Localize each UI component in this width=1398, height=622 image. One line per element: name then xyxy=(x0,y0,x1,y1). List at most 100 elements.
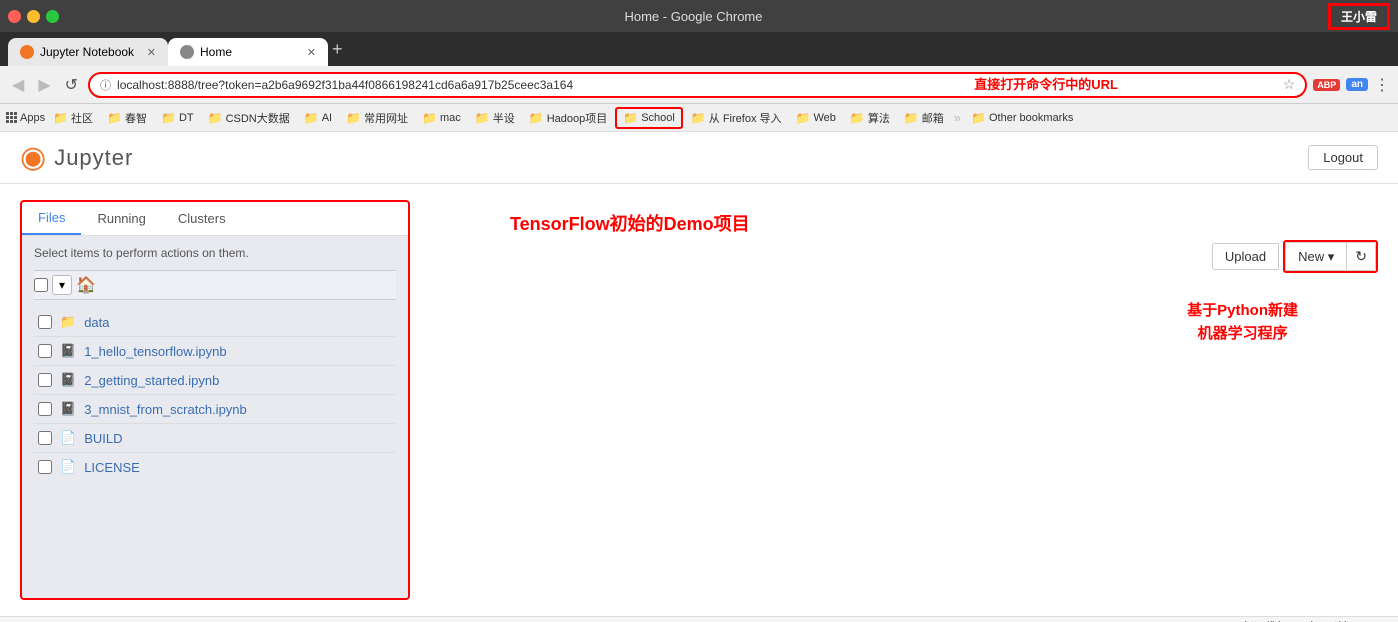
python-annotation: 基于Python新建机器学习程序 xyxy=(1187,300,1298,345)
maximize-button[interactable] xyxy=(46,10,59,23)
bm-shequn[interactable]: 📁社区 xyxy=(47,108,99,128)
main-content: Files Running Clusters Select items to p… xyxy=(0,184,1398,616)
reload-button[interactable]: ↺ xyxy=(61,73,82,97)
jupyter-header: ◉ Jupyter Logout xyxy=(0,132,1398,184)
file-name[interactable]: data xyxy=(84,315,109,330)
bm-ai[interactable]: 📁AI xyxy=(298,109,338,127)
folder-icon: 📁 xyxy=(904,111,919,125)
bm-suanfa[interactable]: 📁算法 xyxy=(844,108,896,128)
tab-running[interactable]: Running xyxy=(81,202,161,235)
file-row-hello: 📓 1_hello_tensorflow.ipynb xyxy=(34,337,396,366)
tab-clusters[interactable]: Clusters xyxy=(162,202,242,235)
tab-files[interactable]: Files xyxy=(22,202,81,235)
chrome-menu-icon[interactable]: ⋮ xyxy=(1374,75,1390,95)
apps-label: Apps xyxy=(20,112,45,124)
bm-firefox[interactable]: 📁从 Firefox 导入 xyxy=(685,108,788,128)
apps-button[interactable]: Apps xyxy=(6,112,45,124)
file-panel: Files Running Clusters Select items to p… xyxy=(20,200,410,600)
file-checkbox[interactable] xyxy=(38,315,52,329)
window-title: Home - Google Chrome xyxy=(67,9,1320,24)
tab-jupyter-close[interactable]: ✕ xyxy=(147,46,156,59)
new-tab-button[interactable]: + xyxy=(332,39,343,60)
folder-icon: 📁 xyxy=(971,111,986,125)
file-name[interactable]: 2_getting_started.ipynb xyxy=(84,373,219,388)
forward-button[interactable]: ▶ xyxy=(34,73,54,97)
url-box[interactable]: ⓘ localhost:8888/tree?token=a2b6a9692f31… xyxy=(88,72,1307,98)
bm-school[interactable]: 📁School xyxy=(615,107,683,129)
file-name[interactable]: BUILD xyxy=(84,431,122,446)
folder-icon: 📁 xyxy=(623,111,638,125)
file-name[interactable]: LICENSE xyxy=(84,460,140,475)
bm-youxiang[interactable]: 📁邮箱 xyxy=(898,108,950,128)
refresh-button[interactable]: ↻ xyxy=(1346,242,1376,271)
bm-hadoop[interactable]: 📁Hadoop项目 xyxy=(523,108,614,128)
python-annotation-text: 基于Python新建机器学习程序 xyxy=(1187,302,1298,342)
file-checkbox[interactable] xyxy=(38,373,52,387)
folder-icon: 📁 xyxy=(107,111,122,125)
file-row-build: 📄 BUILD xyxy=(34,424,396,453)
new-button[interactable]: New ▾ xyxy=(1285,242,1346,271)
file-checkbox[interactable] xyxy=(38,431,52,445)
notebook-icon: 📓 xyxy=(60,343,76,359)
file-row-data: 📁 data xyxy=(34,308,396,337)
tab-home-label: Home xyxy=(200,45,232,59)
folder-icon: 📁 xyxy=(796,111,811,125)
bookmark-star-icon[interactable]: ☆ xyxy=(1283,76,1296,93)
folder-icon: 📁 xyxy=(208,111,223,125)
folder-icon: 📁 xyxy=(850,111,865,125)
jupyter-logo-icon: ◉ xyxy=(20,140,46,175)
sort-dropdown[interactable]: ▾ xyxy=(52,275,72,295)
folder-icon: 📁 xyxy=(475,111,490,125)
bm-csdn[interactable]: 📁CSDN大数据 xyxy=(202,108,296,128)
file-row-getting-started: 📓 2_getting_started.ipynb xyxy=(34,366,396,395)
minimize-button[interactable] xyxy=(27,10,40,23)
demo-annotation: TensorFlow初始的Demo项目 xyxy=(510,210,750,236)
bm-banshe[interactable]: 📁半设 xyxy=(469,108,521,128)
right-area: TensorFlow初始的Demo项目 Upload New ▾ ↻ 基于Pyt… xyxy=(430,200,1378,600)
bm-other[interactable]: 📁Other bookmarks xyxy=(965,109,1079,127)
file-row-license: 📄 LICENSE xyxy=(34,453,396,481)
home-navigate-button[interactable]: 🏠 xyxy=(76,275,96,295)
tab-jupyter-label: Jupyter Notebook xyxy=(40,45,134,59)
file-checkbox[interactable] xyxy=(38,344,52,358)
file-panel-body: Select items to perform actions on them.… xyxy=(22,236,408,491)
toolbar-row: ▾ 🏠 xyxy=(34,270,396,300)
tab-home[interactable]: Home ✕ xyxy=(168,38,328,66)
page-wrapper: ◉ Jupyter Logout Files Running Clusters … xyxy=(0,132,1398,622)
adblock-badge: ABP xyxy=(1313,79,1340,91)
bm-chunzhi[interactable]: 📁春智 xyxy=(101,108,153,128)
upload-button[interactable]: Upload xyxy=(1212,243,1279,270)
tabs-bar: Jupyter Notebook ✕ Home ✕ + xyxy=(0,32,1398,66)
folder-icon: 📁 xyxy=(422,111,437,125)
window-controls xyxy=(8,10,59,23)
back-button[interactable]: ◀ xyxy=(8,73,28,97)
tab-jupyter[interactable]: Jupyter Notebook ✕ xyxy=(8,38,168,66)
bm-changyong[interactable]: 📁常用网址 xyxy=(340,108,414,128)
notebook-icon: 📓 xyxy=(60,372,76,388)
select-hint: Select items to perform actions on them. xyxy=(34,246,396,260)
file-name[interactable]: 1_hello_tensorflow.ipynb xyxy=(84,344,226,359)
bm-mac[interactable]: 📁mac xyxy=(416,109,467,127)
file-tabs: Files Running Clusters xyxy=(22,202,408,236)
url-text: localhost:8888/tree?token=a2b6a9692f31ba… xyxy=(117,78,1277,92)
home-favicon xyxy=(180,45,194,59)
select-all-checkbox[interactable] xyxy=(34,278,48,292)
bm-dt[interactable]: 📁DT xyxy=(155,109,200,127)
file-list: 📁 data 📓 1_hello_tensorflow.ipynb 📓 2_ge… xyxy=(34,308,396,481)
folder-icon: 📁 xyxy=(529,111,544,125)
folder-icon: 📁 xyxy=(53,111,68,125)
file-checkbox[interactable] xyxy=(38,402,52,416)
file-checkbox[interactable] xyxy=(38,460,52,474)
close-button[interactable] xyxy=(8,10,21,23)
folder-icon: 📁 xyxy=(161,111,176,125)
user-profile-highlight: 王小雷 xyxy=(1328,3,1390,30)
addressbar: ◀ ▶ ↺ ⓘ localhost:8888/tree?token=a2b6a9… xyxy=(0,66,1398,104)
bookmarks-bar: Apps 📁社区 📁春智 📁DT 📁CSDN大数据 📁AI 📁常用网址 📁mac… xyxy=(0,104,1398,132)
apps-grid-icon xyxy=(6,112,17,123)
file-name[interactable]: 3_mnist_from_scratch.ipynb xyxy=(84,402,247,417)
statusbar: http://blog.csdn.net/dream_an xyxy=(0,616,1398,622)
logout-button[interactable]: Logout xyxy=(1308,145,1378,170)
jupyter-logo: ◉ Jupyter xyxy=(20,140,133,175)
tab-home-close[interactable]: ✕ xyxy=(307,46,316,59)
bm-web[interactable]: 📁Web xyxy=(790,109,842,127)
